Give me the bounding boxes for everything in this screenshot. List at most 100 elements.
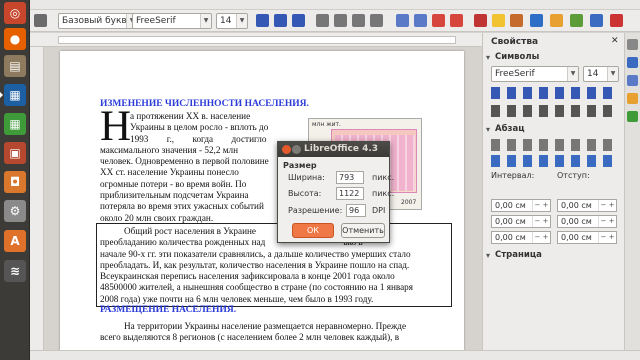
resolution-label: Разрешение: — [288, 206, 343, 215]
height-input[interactable]: 1122 — [336, 187, 364, 200]
ubuntu-icon[interactable]: ◎ — [4, 2, 26, 24]
outdent-icon[interactable] — [450, 14, 463, 27]
minimize-icon[interactable] — [292, 145, 301, 154]
document-area[interactable]: ИЗМЕНЕНИЕ ЧИСЛЕННОСТИ НАСЕЛЕНИЯ. Н а про… — [30, 47, 482, 351]
align-left-icon[interactable] — [316, 14, 329, 27]
properties-sidebar: Свойства ✕ Символы FreeSerif▼ 14▼ Абзац … — [482, 33, 640, 350]
spin-buttons[interactable]: − + — [598, 232, 616, 243]
wifi-icon[interactable]: ≋ — [4, 260, 26, 282]
width-label: Ширина: — [288, 173, 325, 182]
sidebar-tab-bar — [624, 33, 640, 350]
files-icon[interactable]: ▤ — [4, 55, 26, 77]
spacing-below-spin[interactable]: 0,00 см − + — [491, 215, 551, 228]
indent-before-value: 0,00 см — [561, 201, 592, 210]
spacing-below-value: 0,00 см — [495, 217, 526, 226]
first-line-spin[interactable]: 0,00 см − + — [557, 231, 617, 244]
cancel-button[interactable]: Отменить — [341, 223, 385, 238]
text-line: 48500000 жителей, а нынешняя сообщество … — [100, 282, 413, 293]
heading-population-change: ИЗМЕНЕНИЕ ЧИСЛЕННОСТИ НАСЕЛЕНИЯ. — [100, 99, 309, 109]
align-right-icon[interactable] — [352, 14, 365, 27]
spin-buttons[interactable]: − + — [598, 200, 616, 211]
height-unit: пикс. — [372, 189, 395, 198]
line-spacing-value: 0,00 см — [495, 233, 526, 242]
settings-icon[interactable]: ⚙ — [4, 200, 26, 222]
launcher: ◎ ● ▤ ▦ ▦ ▣ ◘ ⚙ A ≋ — [0, 0, 30, 360]
justify-icon[interactable] — [370, 14, 383, 27]
font-size-combo[interactable]: 14 ▼ — [216, 13, 248, 29]
frame-icon[interactable] — [550, 14, 563, 27]
close-icon[interactable]: ✕ — [611, 36, 619, 46]
dialog-titlebar[interactable]: LibreOffice 4.3 — [278, 142, 389, 157]
font-name-combo[interactable]: FreeSerif ▼ — [132, 13, 212, 29]
spin-buttons[interactable]: − + — [532, 232, 550, 243]
highlight-icon[interactable] — [492, 14, 505, 27]
chevron-down-icon[interactable]: ▼ — [200, 14, 211, 28]
spin-buttons[interactable]: − + — [532, 216, 550, 227]
resolution-input[interactable]: 96 — [346, 204, 366, 217]
page-section-header[interactable]: Страница — [485, 249, 623, 262]
ok-button[interactable]: ОК — [292, 223, 334, 238]
resolution-unit: DPI — [372, 206, 386, 215]
vertical-ruler — [30, 47, 44, 350]
paragraph-style-combo[interactable]: Базовый букв▼ — [58, 13, 138, 29]
spin-buttons[interactable]: − + — [532, 200, 550, 211]
wrap-icon[interactable] — [570, 14, 583, 27]
remove-icon[interactable] — [610, 14, 623, 27]
document-page[interactable]: ИЗМЕНЕНИЕ ЧИСЛЕННОСТИ НАСЕЛЕНИЯ. Н а про… — [60, 51, 464, 351]
text-line: всего выделяются 8 регионов (с население… — [100, 332, 400, 343]
menu-icon[interactable] — [627, 39, 638, 50]
indent-after-spin[interactable]: 0,00 см − + — [557, 215, 617, 228]
chart-year: 2007 — [401, 199, 417, 206]
character-effect-buttons[interactable] — [491, 105, 619, 117]
text-line: Всеукраинская перепись населения зафикси… — [100, 271, 395, 282]
writer-icon[interactable]: ▦ — [0, 84, 26, 106]
horizontal-ruler[interactable] — [30, 33, 482, 47]
background-color-icon[interactable] — [510, 14, 523, 27]
bold-icon[interactable] — [256, 14, 269, 27]
indent-before-spin[interactable]: 0,00 см − + — [557, 199, 617, 212]
chart-caption: млн жит. — [312, 121, 341, 128]
size-section-label: Размер — [283, 161, 317, 170]
align-center-icon[interactable] — [334, 14, 347, 27]
sidebar-font-combo[interactable]: FreeSerif ▼ — [491, 66, 579, 82]
software-center-icon[interactable]: ◘ — [4, 171, 26, 193]
width-input[interactable]: 793 — [336, 171, 364, 184]
anchor-icon[interactable] — [590, 14, 603, 27]
interval-label: Интервал: — [491, 171, 535, 180]
close-icon[interactable] — [282, 145, 291, 154]
alignment-buttons[interactable] — [491, 139, 619, 151]
firefox-icon[interactable]: ● — [4, 28, 26, 50]
heading-population-distribution: РАЗМЕЩЕНИЕ НАСЕЛЕНИЯ. — [100, 305, 237, 315]
spin-buttons[interactable]: − + — [598, 216, 616, 227]
underline-icon[interactable] — [292, 14, 305, 27]
chevron-down-icon[interactable]: ▼ — [567, 67, 578, 81]
style-icon[interactable] — [34, 14, 47, 27]
line-spacing-spin[interactable]: 0,00 см − + — [491, 231, 551, 244]
chevron-down-icon[interactable]: ▼ — [236, 14, 247, 28]
chevron-down-icon[interactable]: ▼ — [607, 67, 618, 81]
italic-icon[interactable] — [274, 14, 287, 27]
width-unit: пикс. — [372, 173, 395, 182]
sidebar-font-value: FreeSerif — [495, 69, 535, 79]
list-buttons[interactable] — [491, 155, 619, 167]
properties-tab-icon[interactable] — [627, 57, 638, 68]
symbols-section-header[interactable]: Символы — [485, 51, 623, 64]
spacing-above-value: 0,00 см — [495, 201, 526, 210]
paragraph-section-header[interactable]: Абзац — [485, 123, 623, 136]
calc-icon[interactable]: ▦ — [4, 113, 26, 135]
gallery-tab-icon[interactable] — [627, 93, 638, 104]
list-icon[interactable] — [396, 14, 409, 27]
styles-tab-icon[interactable] — [627, 75, 638, 86]
amazon-icon[interactable]: A — [4, 230, 26, 252]
character-format-buttons[interactable] — [491, 87, 619, 99]
spacing-above-spin[interactable]: 0,00 см − + — [491, 199, 551, 212]
sidebar-size-value: 14 — [587, 69, 599, 79]
font-color-icon[interactable] — [474, 14, 487, 27]
sidebar-size-combo[interactable]: 14 ▼ — [583, 66, 619, 82]
impress-icon[interactable]: ▣ — [4, 142, 26, 164]
indent-icon[interactable] — [432, 14, 445, 27]
navigator-tab-icon[interactable] — [627, 111, 638, 122]
text-line: На территории Украины население размещае… — [124, 321, 407, 331]
paragraph-icon[interactable] — [530, 14, 543, 27]
numbered-list-icon[interactable] — [414, 14, 427, 27]
